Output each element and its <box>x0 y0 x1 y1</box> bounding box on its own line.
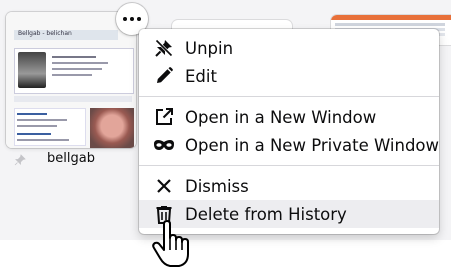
ellipsis-icon <box>123 17 141 21</box>
context-menu: Unpin Edit Open in a New Window Open in … <box>139 29 439 234</box>
new-window-icon <box>153 106 175 128</box>
menu-item-unpin[interactable]: Unpin <box>139 34 439 62</box>
menu-item-label: Edit <box>185 66 217 86</box>
thumbnail-header-text: Bellgab - belichan <box>18 30 72 37</box>
site-thumbnail: Bellgab - belichan <box>6 12 136 148</box>
menu-item-open-private-window[interactable]: Open in a New Private Window <box>139 131 439 159</box>
menu-item-edit[interactable]: Edit <box>139 62 439 90</box>
menu-item-label: Dismiss <box>185 176 249 196</box>
close-icon <box>153 175 175 197</box>
menu-separator <box>139 165 439 166</box>
menu-item-label: Delete from History <box>185 204 347 224</box>
profile-photo <box>90 108 134 148</box>
private-mask-icon <box>153 134 175 156</box>
topsite-tile-bellgab[interactable]: Bellgab - belichan <box>6 12 136 148</box>
menu-item-label: Open in a New Private Window <box>185 135 440 155</box>
menu-separator <box>139 96 439 97</box>
menu-item-label: Open in a New Window <box>185 107 377 127</box>
menu-item-label: Unpin <box>185 38 234 58</box>
pencil-icon <box>153 65 175 87</box>
topsite-title[interactable]: bellgab <box>6 151 136 166</box>
menu-item-open-new-window[interactable]: Open in a New Window <box>139 103 439 131</box>
menu-item-dismiss[interactable]: Dismiss <box>139 172 439 200</box>
hand-cursor-icon <box>152 220 189 267</box>
unpin-icon <box>153 37 175 59</box>
